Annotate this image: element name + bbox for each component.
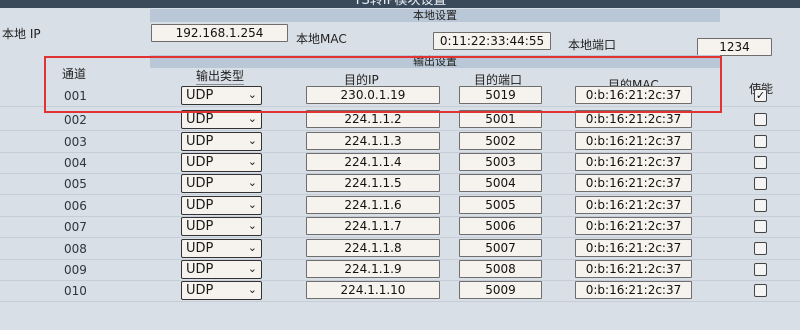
- table-row: 004 UDP ⌄ 224.1.1.4 5003 0:b:16:21:2c:37: [0, 153, 800, 175]
- output-type-value: UDP: [186, 241, 214, 256]
- output-type-value: UDP: [186, 219, 214, 234]
- output-type-select[interactable]: UDP ⌄: [181, 132, 262, 151]
- check-icon: ✓: [755, 89, 766, 102]
- dest-ip-input[interactable]: 224.1.1.6: [306, 196, 440, 214]
- output-type-value: UDP: [186, 176, 214, 191]
- chevron-down-icon: ⌄: [247, 219, 257, 232]
- channel-number: 004: [64, 156, 87, 170]
- local-ip-label: 本地 IP: [2, 27, 41, 41]
- highlight-box: [44, 56, 722, 113]
- enable-checkbox[interactable]: [754, 156, 767, 169]
- chevron-down-icon: ⌄: [247, 176, 257, 189]
- dest-port-input[interactable]: 5003: [459, 153, 542, 171]
- dest-port-input[interactable]: 5008: [459, 260, 542, 278]
- output-type-select[interactable]: UDP ⌄: [181, 260, 262, 279]
- chevron-down-icon: ⌄: [247, 241, 257, 254]
- local-port-input[interactable]: 1234: [697, 38, 772, 56]
- dest-ip-input[interactable]: 224.1.1.7: [306, 217, 440, 235]
- channel-number: 005: [64, 177, 87, 191]
- dest-mac-input[interactable]: 0:b:16:21:2c:37: [575, 196, 692, 214]
- output-type-select[interactable]: UDP ⌄: [181, 217, 262, 236]
- row-divider: [0, 301, 800, 302]
- output-type-select[interactable]: UDP ⌄: [181, 174, 262, 193]
- dest-mac-input[interactable]: 0:b:16:21:2c:37: [575, 174, 692, 192]
- chevron-down-icon: ⌄: [247, 198, 257, 211]
- output-type-value: UDP: [186, 262, 214, 277]
- row-divider: [0, 130, 800, 131]
- dest-port-input[interactable]: 5006: [459, 217, 542, 235]
- table-row: 008 UDP ⌄ 224.1.1.8 5007 0:b:16:21:2c:37: [0, 239, 800, 261]
- dest-mac-input[interactable]: 0:b:16:21:2c:37: [575, 239, 692, 257]
- dest-ip-input[interactable]: 224.1.1.9: [306, 260, 440, 278]
- dest-ip-input[interactable]: 224.1.1.10: [306, 281, 440, 299]
- chevron-down-icon: ⌄: [247, 112, 257, 125]
- chevron-down-icon: ⌄: [247, 283, 257, 296]
- output-type-select[interactable]: UDP ⌄: [181, 281, 262, 300]
- enable-checkbox[interactable]: [754, 177, 767, 190]
- dest-port-input[interactable]: 5005: [459, 196, 542, 214]
- channel-number: 002: [64, 113, 87, 127]
- local-port-label: 本地端口: [568, 38, 617, 52]
- row-divider: [0, 194, 800, 195]
- enable-checkbox[interactable]: [754, 263, 767, 276]
- chevron-down-icon: ⌄: [247, 262, 257, 275]
- dest-ip-input[interactable]: 224.1.1.3: [306, 132, 440, 150]
- output-type-select[interactable]: UDP ⌄: [181, 153, 262, 172]
- table-row: 007 UDP ⌄ 224.1.1.7 5006 0:b:16:21:2c:37: [0, 217, 800, 239]
- channel-number: 007: [64, 220, 87, 234]
- local-mac-label: 本地MAC: [296, 32, 347, 46]
- dest-port-input[interactable]: 5007: [459, 239, 542, 257]
- enable-checkbox[interactable]: [754, 284, 767, 297]
- row-divider: [0, 237, 800, 238]
- dest-mac-input[interactable]: 0:b:16:21:2c:37: [575, 132, 692, 150]
- dest-port-input[interactable]: 5009: [459, 281, 542, 299]
- channel-number: 006: [64, 199, 87, 213]
- channel-number: 003: [64, 135, 87, 149]
- dest-mac-input[interactable]: 0:b:16:21:2c:37: [575, 153, 692, 171]
- enable-checkbox[interactable]: [754, 242, 767, 255]
- table-row: 003 UDP ⌄ 224.1.1.3 5002 0:b:16:21:2c:37: [0, 132, 800, 154]
- dest-ip-input[interactable]: 224.1.1.4: [306, 153, 440, 171]
- chevron-down-icon: ⌄: [247, 155, 257, 168]
- local-mac-input[interactable]: 0:11:22:33:44:55: [433, 32, 551, 50]
- dest-ip-input[interactable]: 224.1.1.8: [306, 239, 440, 257]
- output-type-value: UDP: [186, 198, 214, 213]
- enable-checkbox[interactable]: [754, 135, 767, 148]
- dest-mac-input[interactable]: 0:b:16:21:2c:37: [575, 217, 692, 235]
- dest-port-input[interactable]: 5002: [459, 132, 542, 150]
- enable-checkbox[interactable]: [754, 199, 767, 212]
- dest-mac-input[interactable]: 0:b:16:21:2c:37: [575, 260, 692, 278]
- dest-port-input[interactable]: 5004: [459, 174, 542, 192]
- enable-checkbox[interactable]: ✓: [754, 89, 767, 102]
- output-type-select[interactable]: UDP ⌄: [181, 196, 262, 215]
- dest-ip-input[interactable]: 224.1.1.5: [306, 174, 440, 192]
- enable-checkbox[interactable]: [754, 220, 767, 233]
- output-type-value: UDP: [186, 112, 214, 127]
- table-row: 006 UDP ⌄ 224.1.1.6 5005 0:b:16:21:2c:37: [0, 196, 800, 218]
- table-row: 002 UDP ⌄ 224.1.1.2 5001 0:b:16:21:2c:37: [0, 110, 800, 132]
- table-row: 010 UDP ⌄ 224.1.1.10 5009 0:b:16:21:2c:37: [0, 281, 800, 303]
- table-row: 009 UDP ⌄ 224.1.1.9 5008 0:b:16:21:2c:37: [0, 260, 800, 282]
- output-type-value: UDP: [186, 283, 214, 298]
- chevron-down-icon: ⌄: [247, 134, 257, 147]
- output-type-select[interactable]: UDP ⌄: [181, 239, 262, 258]
- window-title: TS转IP模块设置: [0, 0, 800, 8]
- enable-checkbox[interactable]: [754, 113, 767, 126]
- output-type-value: UDP: [186, 134, 214, 149]
- dest-mac-input[interactable]: 0:b:16:21:2c:37: [575, 281, 692, 299]
- table-row: 005 UDP ⌄ 224.1.1.5 5004 0:b:16:21:2c:37: [0, 174, 800, 196]
- local-ip-input[interactable]: 192.168.1.254: [151, 24, 288, 42]
- channel-number: 008: [64, 242, 87, 256]
- local-settings-row: 本地 IP 192.168.1.254 本地MAC 0:11:22:33:44:…: [0, 20, 800, 56]
- channel-number: 010: [64, 284, 87, 298]
- output-type-value: UDP: [186, 155, 214, 170]
- channel-number: 009: [64, 263, 87, 277]
